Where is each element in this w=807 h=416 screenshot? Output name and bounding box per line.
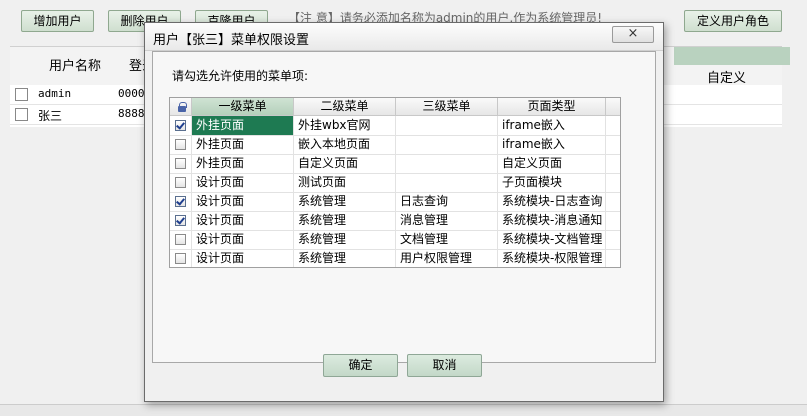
level1-cell: 设计页面 <box>192 211 294 230</box>
level3-cell <box>396 154 498 173</box>
table-row[interactable]: 外挂页面 嵌入本地页面 iframe嵌入 <box>170 135 620 155</box>
page-type-cell: 系统模块-消息通知 <box>498 211 606 230</box>
close-icon[interactable]: × <box>612 26 654 43</box>
user-name-cell: 张三 <box>38 109 63 123</box>
table-row[interactable]: 设计页面 系统管理 用户权限管理 系统模块-权限管理 <box>170 249 620 267</box>
header-page-type[interactable]: 页面类型 <box>498 98 606 116</box>
level3-cell: 消息管理 <box>396 211 498 230</box>
dialog-titlebar[interactable]: 用户【张三】菜单权限设置 × <box>145 23 663 51</box>
page-type-cell: iframe嵌入 <box>498 116 606 135</box>
menu-grid: 一级菜单 二级菜单 三级菜单 页面类型 外挂页面 外挂wbx官网 iframe嵌入外… <box>169 97 621 268</box>
level2-cell: 自定义页面 <box>294 154 396 173</box>
row-checkbox[interactable] <box>175 177 186 188</box>
user-name-cell: admin <box>38 87 72 100</box>
dialog-title: 用户【张三】菜单权限设置 <box>153 33 310 48</box>
table-row[interactable]: 外挂页面 外挂wbx官网 iframe嵌入 <box>170 116 620 136</box>
level3-cell <box>396 173 498 192</box>
user-grid-header-highlight <box>674 47 790 65</box>
level2-cell: 嵌入本地页面 <box>294 135 396 154</box>
dialog-prompt: 请勾选允许使用的菜单项: <box>172 69 309 83</box>
row-checkbox[interactable] <box>175 139 186 150</box>
column-custom: 自定义 <box>707 71 747 86</box>
row-checkbox[interactable] <box>175 253 186 264</box>
lock-icon-body <box>178 106 186 112</box>
level3-cell <box>396 135 498 154</box>
checkbox-cell <box>170 135 192 154</box>
level2-cell: 测试页面 <box>294 173 396 192</box>
checkbox-cell <box>170 211 192 230</box>
level1-cell: 外挂页面 <box>192 116 294 135</box>
level1-cell: 设计页面 <box>192 230 294 249</box>
row-checkbox[interactable] <box>175 196 186 207</box>
page-type-cell: 系统模块-文档管理 <box>498 230 606 249</box>
table-row[interactable]: 设计页面 系统管理 文档管理 系统模块-文档管理 <box>170 230 620 250</box>
level1-cell: 设计页面 <box>192 192 294 211</box>
header-level1[interactable]: 一级菜单 <box>192 98 294 116</box>
menu-permission-dialog: 用户【张三】菜单权限设置 × 请勾选允许使用的菜单项: 一级菜单 二级菜单 三级… <box>144 22 664 402</box>
row-checkbox[interactable] <box>175 215 186 226</box>
level1-cell: 设计页面 <box>192 173 294 192</box>
header-level2[interactable]: 二级菜单 <box>294 98 396 116</box>
column-user-name: 用户名称 <box>49 59 102 74</box>
page-type-cell: 子页面模块 <box>498 173 606 192</box>
add-user-button[interactable]: 增加用户 <box>21 10 94 32</box>
level1-cell: 外挂页面 <box>192 154 294 173</box>
cancel-button[interactable]: 取消 <box>407 354 482 377</box>
page-type-cell: 系统模块-日志查询 <box>498 192 606 211</box>
table-row[interactable]: 外挂页面 自定义页面 自定义页面 <box>170 154 620 174</box>
header-lock-cell <box>170 98 192 116</box>
level2-cell: 系统管理 <box>294 211 396 230</box>
level3-cell <box>396 116 498 135</box>
level3-cell: 日志查询 <box>396 192 498 211</box>
row-checkbox[interactable] <box>175 158 186 169</box>
level2-cell: 外挂wbx官网 <box>294 116 396 135</box>
checkbox-cell <box>170 192 192 211</box>
checkbox-cell <box>170 154 192 173</box>
table-row[interactable]: 设计页面 测试页面 子页面模块 <box>170 173 620 193</box>
row-checkbox[interactable] <box>175 120 186 131</box>
define-role-button[interactable]: 定义用户角色 <box>684 10 782 32</box>
level3-cell: 用户权限管理 <box>396 249 498 267</box>
checkbox-cell <box>170 230 192 249</box>
level2-cell: 系统管理 <box>294 192 396 211</box>
level1-cell: 设计页面 <box>192 249 294 267</box>
page-type-cell: 自定义页面 <box>498 154 606 173</box>
header-level3[interactable]: 三级菜单 <box>396 98 498 116</box>
table-row[interactable]: 设计页面 系统管理 日志查询 系统模块-日志查询 <box>170 192 620 212</box>
row-checkbox[interactable] <box>175 234 186 245</box>
page-type-cell: 系统模块-权限管理 <box>498 249 606 267</box>
row-checkbox[interactable] <box>15 108 28 121</box>
ok-button[interactable]: 确定 <box>323 354 398 377</box>
checkbox-cell <box>170 116 192 135</box>
checkbox-cell <box>170 249 192 267</box>
row-checkbox[interactable] <box>15 88 28 101</box>
table-row[interactable]: 设计页面 系统管理 消息管理 系统模块-消息通知 <box>170 211 620 231</box>
level1-cell: 外挂页面 <box>192 135 294 154</box>
level3-cell: 文档管理 <box>396 230 498 249</box>
checkbox-cell <box>170 173 192 192</box>
status-strip <box>0 404 807 416</box>
level2-cell: 系统管理 <box>294 249 396 267</box>
header-filler <box>606 98 620 116</box>
level2-cell: 系统管理 <box>294 230 396 249</box>
page-type-cell: iframe嵌入 <box>498 135 606 154</box>
